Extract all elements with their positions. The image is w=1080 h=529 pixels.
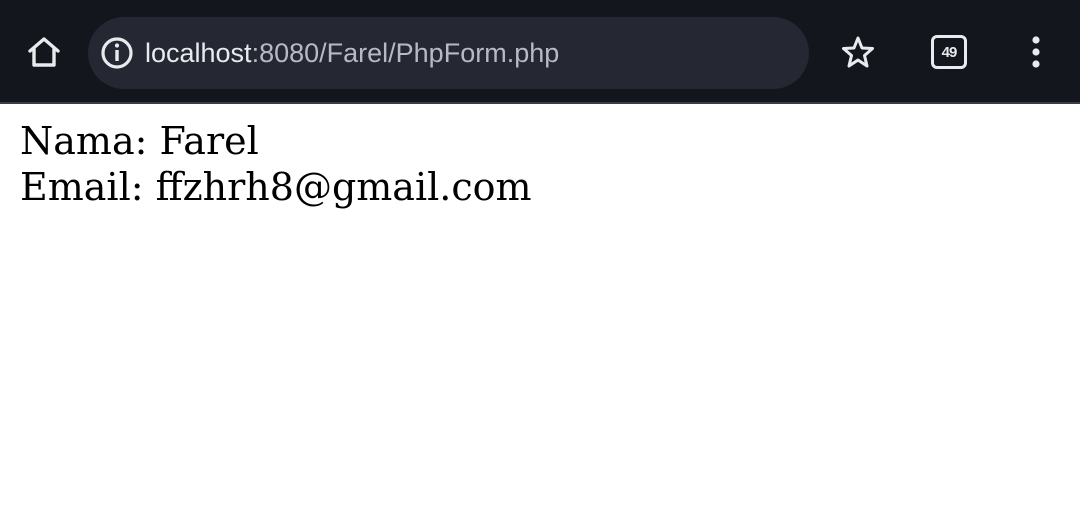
more-vert-icon [1032, 36, 1040, 68]
address-bar[interactable]: localhost:8080/Farel/PhpForm.php [88, 17, 809, 89]
nama-line: Nama: Farel [20, 118, 532, 164]
email-value: ffzhrh8@gmail.com [155, 165, 532, 209]
home-icon [28, 37, 60, 67]
info-icon[interactable] [99, 35, 135, 71]
menu-button[interactable] [1006, 22, 1066, 82]
home-button[interactable] [14, 22, 74, 82]
tab-switcher-icon: 49 [931, 35, 967, 69]
url-text[interactable]: localhost:8080/Farel/PhpForm.php [145, 38, 559, 69]
page-content: Nama: Farel Email: ffzhrh8@gmail.com [20, 118, 532, 210]
tab-switcher-button[interactable]: 49 [919, 22, 979, 82]
email-line: Email: ffzhrh8@gmail.com [20, 164, 532, 210]
url-host: localhost [145, 37, 252, 68]
nama-value: Farel [159, 119, 259, 163]
nama-label: Nama: [20, 119, 148, 163]
browser-toolbar: localhost:8080/Farel/PhpForm.php 49 [0, 0, 1080, 104]
email-label: Email: [20, 165, 144, 209]
bookmark-button[interactable] [828, 22, 888, 82]
star-icon [842, 36, 874, 68]
url-path: :8080/Farel/PhpForm.php [251, 37, 560, 68]
